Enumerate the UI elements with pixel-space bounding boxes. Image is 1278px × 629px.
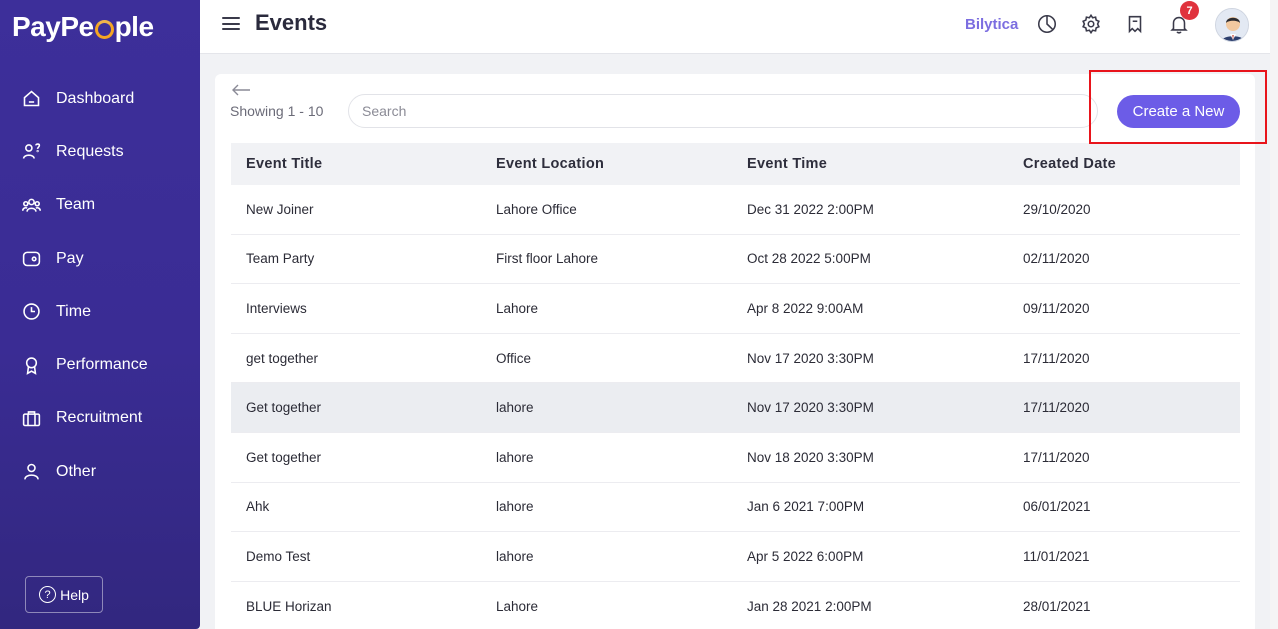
sidebar: PayPe ple Dashboard Requests Team Pay Ti… — [0, 0, 200, 629]
page-title: Events — [255, 10, 328, 35]
created-date-cell: 02/11/2020 — [1023, 251, 1090, 267]
column-header-event-location[interactable]: Event Location — [481, 156, 732, 172]
sidebar-item-requests[interactable]: Requests — [0, 125, 200, 178]
created-date-cell: 17/11/2020 — [1023, 449, 1090, 465]
wallet-icon — [20, 248, 42, 270]
event-title-cell: New Joiner — [246, 201, 314, 217]
sidebar-item-recruitment[interactable]: Recruitment — [0, 392, 200, 445]
logo-text-left: PayPe — [12, 11, 94, 42]
event-location-cell: lahore — [496, 449, 534, 465]
help-label: Help — [60, 586, 89, 603]
table-row[interactable]: Interviews Lahore Apr 8 2022 9:00AM 09/1… — [231, 284, 1240, 334]
sidebar-item-label: Recruitment — [56, 409, 143, 427]
sidebar-item-label: Pay — [56, 249, 84, 267]
menu-icon[interactable] — [222, 17, 240, 31]
created-date-cell: 28/01/2021 — [1023, 598, 1091, 614]
sidebar-item-team[interactable]: Team — [0, 179, 200, 232]
table-row[interactable]: Ahk lahore Jan 6 2021 7:00PM 06/01/2021 — [231, 483, 1240, 533]
window-scrollbar[interactable] — [1270, 0, 1278, 629]
help-button[interactable]: ? Help — [25, 576, 103, 613]
sidebar-nav: Dashboard Requests Team Pay Time Perform… — [0, 72, 200, 498]
company-name-link[interactable]: Bilytica — [965, 16, 1018, 33]
created-date-cell: 17/11/2020 — [1023, 350, 1090, 366]
event-time-cell: Nov 17 2020 3:30PM — [747, 350, 874, 366]
sidebar-item-label: Time — [56, 302, 91, 320]
event-time-cell: Oct 28 2022 5:00PM — [747, 251, 871, 267]
bookmark-icon[interactable] — [1124, 13, 1148, 37]
sidebar-item-label: Other — [56, 462, 97, 480]
created-date-cell: 06/01/2021 — [1023, 499, 1091, 515]
home-icon — [20, 88, 42, 110]
events-table: Event Title Event Location Event Time Cr… — [231, 143, 1240, 629]
search-input[interactable] — [348, 94, 1098, 128]
event-title-cell: Get together — [246, 449, 322, 465]
column-header-created-date[interactable]: Created Date — [1008, 156, 1240, 172]
event-time-cell: Apr 5 2022 6:00PM — [747, 548, 864, 564]
event-time-cell: Nov 18 2020 3:30PM — [747, 449, 874, 465]
table-row[interactable]: New Joiner Lahore Office Dec 31 2022 2:0… — [231, 185, 1240, 235]
event-location-cell: lahore — [496, 548, 534, 564]
table-row[interactable]: Team Party First floor Lahore Oct 28 202… — [231, 235, 1240, 285]
event-title-cell: BLUE Horizan — [246, 598, 332, 614]
back-arrow-icon[interactable] — [231, 82, 251, 98]
event-time-cell: Apr 8 2022 9:00AM — [747, 300, 864, 316]
column-header-event-title[interactable]: Event Title — [231, 156, 481, 172]
event-location-cell: First floor Lahore — [496, 251, 599, 267]
event-title-cell: Demo Test — [246, 548, 311, 564]
pie-chart-icon[interactable] — [1036, 13, 1060, 37]
created-date-cell: 17/11/2020 — [1023, 400, 1090, 416]
created-date-cell: 09/11/2020 — [1023, 300, 1090, 316]
table-row[interactable]: get together Office Nov 17 2020 3:30PM 1… — [231, 334, 1240, 384]
table-row[interactable]: BLUE Horizan Lahore Jan 28 2021 2:00PM 2… — [231, 582, 1240, 629]
avatar[interactable] — [1215, 8, 1249, 42]
event-location-cell: lahore — [496, 499, 534, 515]
help-icon: ? — [39, 586, 57, 603]
events-card: Showing 1 - 10 Create a New Event Title … — [215, 74, 1255, 629]
event-time-cell: Jan 28 2021 2:00PM — [747, 598, 872, 614]
sidebar-item-label: Team — [56, 196, 96, 214]
sidebar-item-label: Performance — [56, 356, 148, 374]
sidebar-item-label: Dashboard — [56, 89, 135, 107]
gear-icon[interactable] — [1080, 13, 1104, 37]
paypeople-logo[interactable]: PayPe ple — [12, 10, 154, 44]
sidebar-item-performance[interactable]: Performance — [0, 338, 200, 391]
table-header: Event Title Event Location Event Time Cr… — [231, 143, 1240, 185]
created-date-cell: 11/01/2021 — [1023, 548, 1090, 564]
user-icon — [20, 461, 42, 483]
event-title-cell: Team Party — [246, 251, 315, 267]
event-time-cell: Jan 6 2021 7:00PM — [747, 499, 865, 515]
clock-icon — [20, 301, 42, 323]
event-location-cell: Lahore Office — [496, 201, 577, 217]
logo-text-right: ple — [114, 11, 154, 42]
table-row[interactable]: Get together lahore Nov 18 2020 3:30PM 1… — [231, 433, 1240, 483]
event-time-cell: Nov 17 2020 3:30PM — [747, 400, 874, 416]
created-date-cell: 29/10/2020 — [1023, 201, 1091, 217]
column-header-event-time[interactable]: Event Time — [732, 156, 1008, 172]
create-new-button[interactable]: Create a New — [1117, 95, 1240, 128]
sidebar-item-other[interactable]: Other — [0, 445, 200, 498]
requests-icon — [20, 141, 42, 163]
event-title-cell: Ahk — [246, 499, 270, 515]
sidebar-item-pay[interactable]: Pay — [0, 232, 200, 285]
event-location-cell: Lahore — [496, 598, 539, 614]
notification-badge: 7 — [1180, 1, 1199, 20]
sidebar-item-time[interactable]: Time — [0, 285, 200, 338]
event-title-cell: Interviews — [246, 300, 307, 316]
sidebar-item-label: Requests — [56, 142, 124, 160]
event-location-cell: lahore — [496, 400, 534, 416]
sidebar-item-dashboard[interactable]: Dashboard — [0, 72, 200, 125]
table-row[interactable]: Demo Test lahore Apr 5 2022 6:00PM 11/01… — [231, 532, 1240, 582]
table-row-hovered[interactable]: Get together lahore Nov 17 2020 3:30PM 1… — [231, 383, 1240, 433]
logo-ring-icon — [94, 19, 114, 39]
award-icon — [20, 354, 42, 376]
event-title-cell: get together — [246, 350, 319, 366]
event-location-cell: Lahore — [496, 300, 539, 316]
top-header: Events Bilytica 7 — [200, 0, 1270, 54]
event-title-cell: Get together — [246, 400, 322, 416]
team-icon — [20, 194, 42, 216]
event-location-cell: Office — [496, 350, 532, 366]
pagination-summary: Showing 1 - 10 — [230, 103, 324, 119]
event-time-cell: Dec 31 2022 2:00PM — [747, 201, 874, 217]
briefcase-icon — [20, 407, 42, 429]
